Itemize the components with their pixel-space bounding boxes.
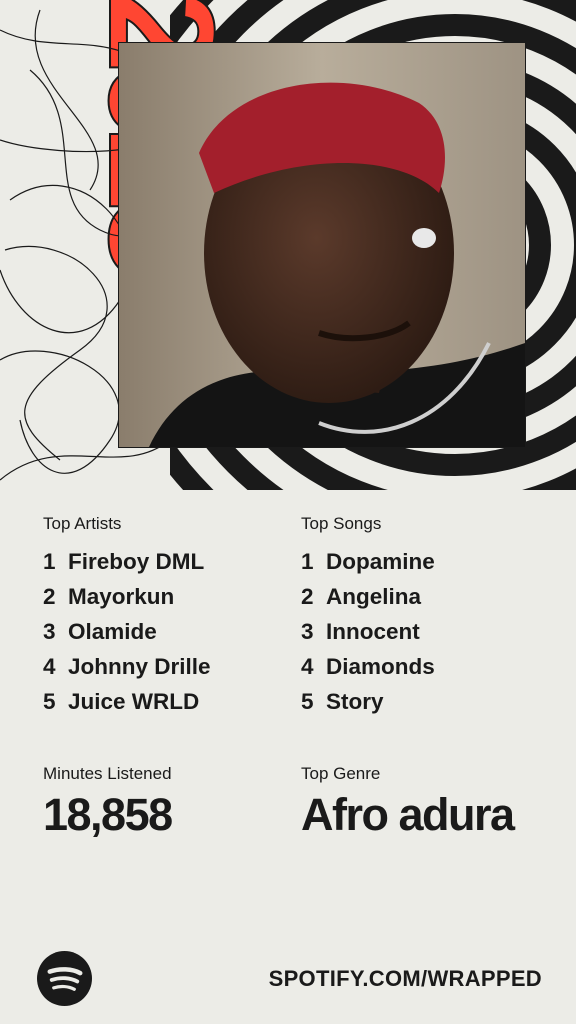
rank-number: 5 xyxy=(43,689,56,714)
rank-number: 4 xyxy=(43,654,56,679)
artist-name: Fireboy DML xyxy=(68,549,205,574)
rank-number: 1 xyxy=(301,549,314,574)
rank-number: 4 xyxy=(301,654,314,679)
minutes-listened-section: Minutes Listened 18,858 xyxy=(43,764,173,840)
rank-number: 3 xyxy=(43,619,56,644)
song-list-item: 1 Dopamine xyxy=(301,544,435,579)
rank-number: 2 xyxy=(43,584,56,609)
song-list-item: 3 Innocent xyxy=(301,614,435,649)
top-songs-section: Top Songs 1 Dopamine 2 Angelina 3 Innocent … xyxy=(301,514,435,719)
song-list-item: 5 Story xyxy=(301,684,435,719)
artist-list-item: 4 Johnny Drille xyxy=(43,649,211,684)
artist-list-item: 2 Mayorkun xyxy=(43,579,211,614)
song-name: Story xyxy=(326,689,384,714)
top-artists-list: 1 Fireboy DML 2 Mayorkun 3 Olamide 4 Johnny … xyxy=(43,544,211,719)
footer: SPOTIFY.COM/WRAPPED xyxy=(0,930,576,1024)
year-art-header: 2025 xyxy=(0,0,576,490)
song-name: Angelina xyxy=(326,584,422,609)
rank-number: 1 xyxy=(43,549,56,574)
rank-number: 2 xyxy=(301,584,314,609)
minutes-listened-value: 18,858 xyxy=(43,789,173,840)
top-artists-section: Top Artists 1 Fireboy DML 2 Mayorkun 3 Olam… xyxy=(43,514,211,719)
artist-list-item: 1 Fireboy DML xyxy=(43,544,211,579)
artist-name: Mayorkun xyxy=(68,584,175,609)
artist-list-item: 5 Juice WRLD xyxy=(43,684,211,719)
spotify-logo-icon[interactable] xyxy=(37,951,92,1006)
artist-name: Juice WRLD xyxy=(68,689,200,714)
song-name: Innocent xyxy=(326,619,420,644)
top-artists-title: Top Artists xyxy=(43,514,122,533)
song-name: Diamonds xyxy=(326,654,435,679)
song-list-item: 2 Angelina xyxy=(301,579,435,614)
artist-list-item: 3 Olamide xyxy=(43,614,211,649)
top-songs-title: Top Songs xyxy=(301,514,382,533)
top-genre-section: Top Genre Afro adura xyxy=(301,764,515,840)
wrapped-url-link[interactable]: SPOTIFY.COM/WRAPPED xyxy=(269,966,542,992)
artist-name: Johnny Drille xyxy=(68,654,211,679)
minutes-listened-label: Minutes Listened xyxy=(43,764,172,783)
rank-number: 3 xyxy=(301,619,314,644)
song-list-item: 4 Diamonds xyxy=(301,649,435,684)
artist-name: Olamide xyxy=(68,619,157,644)
rank-number: 5 xyxy=(301,689,314,714)
top-artist-photo xyxy=(118,42,526,448)
top-genre-value: Afro adura xyxy=(301,789,515,840)
top-songs-list: 1 Dopamine 2 Angelina 3 Innocent 4 Diamonds … xyxy=(301,544,435,719)
top-genre-label: Top Genre xyxy=(301,764,381,783)
song-name: Dopamine xyxy=(326,549,435,574)
